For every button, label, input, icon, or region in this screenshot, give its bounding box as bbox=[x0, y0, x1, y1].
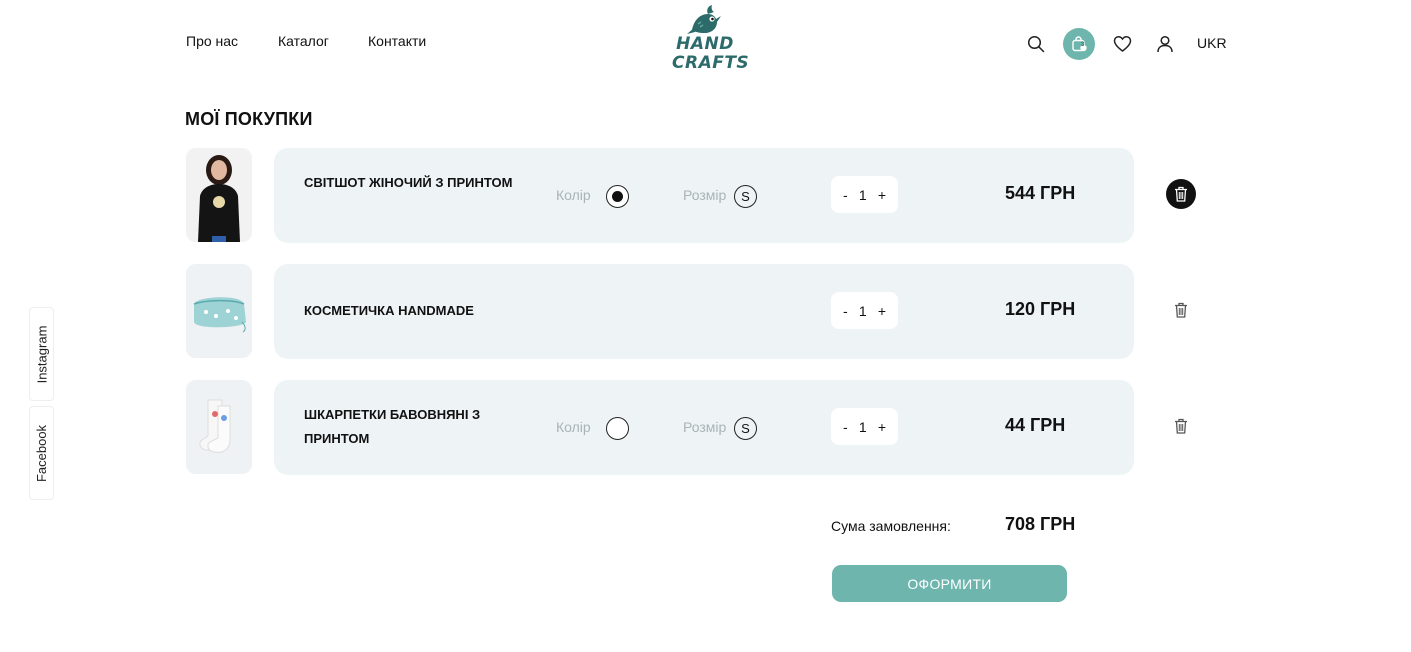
color-label: Колір bbox=[556, 187, 591, 203]
quantity-value: 1 bbox=[858, 302, 867, 319]
quantity-stepper: - 1 + bbox=[831, 176, 898, 213]
nav-about[interactable]: Про нас bbox=[186, 33, 238, 49]
delete-button[interactable] bbox=[1166, 179, 1196, 209]
socks-photo[interactable] bbox=[186, 380, 252, 474]
cart-item-card: СВІТШОТ ЖІНОЧИЙ З ПРИНТОМ Колір Розмір S… bbox=[274, 148, 1134, 243]
page-title: МОЇ ПОКУПКИ bbox=[185, 109, 313, 129]
cart-button[interactable]: 3 bbox=[1063, 28, 1095, 60]
item-price: 120 ГРН bbox=[1005, 299, 1076, 319]
size-label: Розмір bbox=[683, 187, 727, 203]
cosmetic-bag-image bbox=[186, 264, 252, 358]
logo-text-hand: HAND bbox=[676, 34, 734, 54]
trash-icon bbox=[1175, 302, 1187, 318]
cart-item-card: ШКАРПЕТКИ БАВОВНЯНІ З ПРИНТОМ Колір Розм… bbox=[274, 380, 1134, 475]
cart-item: КОСМЕТИЧКА HANDMADE - 1 + 120 ГРН bbox=[186, 264, 1206, 359]
facebook-label: Facebook bbox=[34, 424, 49, 482]
nav-catalog[interactable]: Каталог bbox=[278, 33, 329, 49]
sweatshirt-photo[interactable] bbox=[186, 148, 252, 242]
product-name[interactable]: КОСМЕТИЧКА HANDMADE bbox=[304, 299, 524, 323]
heart-icon bbox=[1113, 35, 1131, 52]
cart-item: СВІТШОТ ЖІНОЧИЙ З ПРИНТОМ Колір Розмір S… bbox=[186, 148, 1206, 243]
order-total-value: 708 ГРН bbox=[1005, 514, 1076, 534]
delete-button[interactable] bbox=[1166, 411, 1196, 441]
item-price: 544 ГРН bbox=[1005, 183, 1076, 203]
account-button[interactable] bbox=[1149, 28, 1181, 60]
search-icon bbox=[1027, 35, 1045, 53]
color-swatch[interactable] bbox=[606, 185, 629, 208]
bird-logo-icon bbox=[687, 5, 721, 34]
user-icon bbox=[1157, 35, 1173, 53]
decrease-button[interactable]: - bbox=[843, 187, 848, 203]
nav-contacts[interactable]: Контакти bbox=[368, 33, 426, 49]
product-name[interactable]: СВІТШОТ ЖІНОЧИЙ З ПРИНТОМ bbox=[304, 171, 524, 195]
instagram-label: Instagram bbox=[34, 325, 49, 383]
shopping-bag-icon bbox=[1072, 36, 1087, 52]
socks-image bbox=[186, 380, 252, 474]
color-swatch[interactable] bbox=[606, 417, 629, 440]
size-selector[interactable]: S bbox=[734, 417, 757, 440]
instagram-link[interactable]: Instagram bbox=[29, 307, 54, 401]
cosmetic-bag-photo[interactable] bbox=[186, 264, 252, 358]
increase-button[interactable]: + bbox=[878, 187, 886, 203]
order-total-label: Сума замовлення: bbox=[831, 518, 951, 534]
increase-button[interactable]: + bbox=[878, 419, 886, 435]
cart-count-badge: 3 bbox=[1081, 42, 1085, 48]
sweatshirt-image bbox=[186, 148, 252, 242]
size-label: Розмір bbox=[683, 419, 727, 435]
logo[interactable]: HAND CRAFTS bbox=[672, 4, 750, 76]
decrease-button[interactable]: - bbox=[843, 419, 848, 435]
cart-item: ШКАРПЕТКИ БАВОВНЯНІ З ПРИНТОМ Колір Розм… bbox=[186, 380, 1206, 475]
facebook-link[interactable]: Facebook bbox=[29, 406, 54, 500]
wishlist-button[interactable] bbox=[1106, 28, 1138, 60]
logo-text-crafts: CRAFTS bbox=[672, 53, 750, 73]
checkout-button[interactable]: ОФОРМИТИ bbox=[832, 565, 1067, 602]
cart-item-card: КОСМЕТИЧКА HANDMADE - 1 + 120 ГРН bbox=[274, 264, 1134, 359]
language-switch[interactable]: UKR bbox=[1197, 35, 1227, 51]
delete-button[interactable] bbox=[1166, 295, 1196, 325]
size-selector[interactable]: S bbox=[734, 185, 757, 208]
trash-icon bbox=[1175, 186, 1187, 202]
quantity-value: 1 bbox=[858, 418, 867, 435]
search-button[interactable] bbox=[1020, 28, 1052, 60]
quantity-value: 1 bbox=[858, 186, 867, 203]
product-name[interactable]: ШКАРПЕТКИ БАВОВНЯНІ З ПРИНТОМ bbox=[304, 403, 524, 451]
quantity-stepper: - 1 + bbox=[831, 292, 898, 329]
color-label: Колір bbox=[556, 419, 591, 435]
decrease-button[interactable]: - bbox=[843, 303, 848, 319]
trash-icon bbox=[1175, 418, 1187, 434]
increase-button[interactable]: + bbox=[878, 303, 886, 319]
quantity-stepper: - 1 + bbox=[831, 408, 898, 445]
item-price: 44 ГРН bbox=[1005, 415, 1066, 435]
